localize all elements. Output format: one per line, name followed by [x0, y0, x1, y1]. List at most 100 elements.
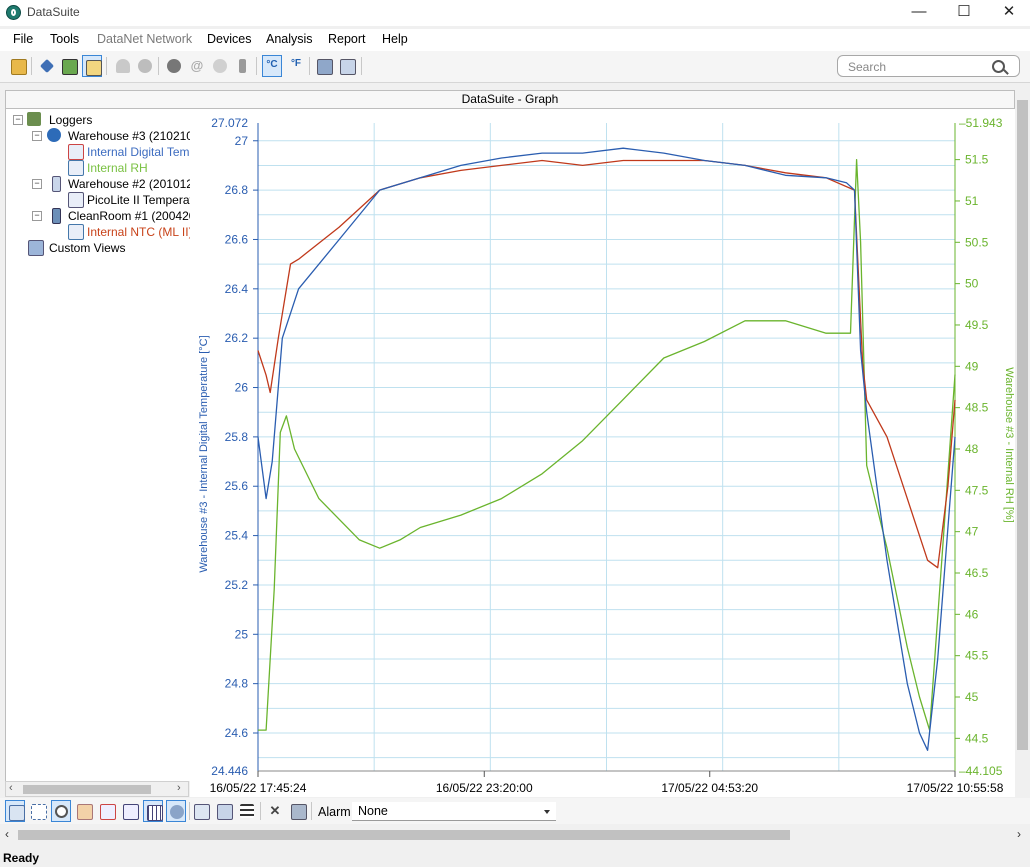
y-tick-label-left: 24.8	[225, 677, 249, 691]
menu-datanet-network[interactable]: DataNet Network	[97, 32, 192, 46]
y-tick-label-left: 27	[235, 134, 249, 148]
toolbar-separator	[189, 802, 190, 820]
alarm-dropdown[interactable]: None	[352, 802, 556, 821]
zoom-box-icon[interactable]	[28, 800, 48, 822]
tree-item-internal-ntc[interactable]: Internal NTC (ML II)	[87, 225, 190, 239]
y-tick-label-left: 25.4	[225, 529, 249, 543]
search-input[interactable]	[846, 59, 990, 75]
tree-item-custom-views[interactable]: Custom Views	[49, 241, 125, 255]
tree-item-picolite[interactable]: PicoLite II Temperatu	[87, 193, 190, 207]
search-box[interactable]	[837, 55, 1020, 77]
toolbar-separator	[106, 57, 107, 75]
menu-tools[interactable]: Tools	[50, 32, 79, 46]
star-icon[interactable]	[37, 55, 57, 77]
legend-icon[interactable]	[5, 800, 25, 822]
panel-header: DataSuite - Graph	[5, 90, 1015, 109]
zoom-icon[interactable]	[51, 800, 71, 822]
scroll-left-arrow-icon[interactable]: ‹	[9, 782, 13, 794]
scroll-left-arrow-icon[interactable]: ‹	[5, 827, 9, 841]
minimize-button[interactable]: —	[896, 0, 942, 26]
y-tick-label-right: 50	[965, 277, 979, 291]
scrollbar-thumb[interactable]	[23, 785, 151, 794]
x-tick-label: 17/05/22 10:55:58	[907, 781, 1004, 795]
tree-item-warehouse-2[interactable]: Warehouse #2 (2010129	[68, 177, 190, 191]
email-icon[interactable]: @	[187, 55, 207, 77]
maximize-button[interactable]: ☐	[941, 0, 987, 26]
grid-icon[interactable]	[143, 800, 163, 822]
fahrenheit-button[interactable]: °F	[286, 55, 306, 77]
y-tick-label-right: 49	[965, 359, 979, 373]
chevron-down-icon[interactable]	[544, 810, 550, 814]
x-tick-label: 17/05/22 04:53:20	[661, 781, 758, 795]
y-tick-label-right: 46	[965, 607, 979, 621]
collapse-icon[interactable]: −	[32, 179, 42, 189]
menu-analysis[interactable]: Analysis	[266, 32, 313, 46]
menu-devices[interactable]: Devices	[207, 32, 251, 46]
sms-icon[interactable]	[210, 55, 230, 77]
menu-report[interactable]: Report	[328, 32, 366, 46]
refresh-icon[interactable]	[164, 55, 184, 77]
list-icon[interactable]	[237, 800, 257, 822]
copy-graph-icon[interactable]	[214, 800, 234, 822]
close-button[interactable]: ✕	[986, 0, 1030, 26]
toolbar-separator	[158, 57, 159, 75]
tree-item-internal-rh[interactable]: Internal RH	[87, 161, 148, 175]
vertical-scrollbar[interactable]	[1015, 90, 1030, 797]
clear-icon[interactable]: ✕	[265, 800, 285, 822]
y-min-label-right: –44.105	[959, 764, 1003, 778]
collapse-icon[interactable]: −	[13, 115, 23, 125]
panel-title: DataSuite - Graph	[461, 92, 559, 106]
fahrenheit-label: °F	[290, 58, 302, 69]
print-graph-icon[interactable]	[288, 800, 308, 822]
y-tick-label-right: 47	[965, 525, 979, 539]
y-tick-label-left: 26	[235, 381, 249, 395]
walk-icon[interactable]	[113, 55, 133, 77]
collapse-icon[interactable]: −	[32, 131, 42, 141]
tree-item-internal-digital-temp[interactable]: Internal Digital Tempe	[87, 145, 190, 159]
toolbar-separator	[260, 802, 261, 820]
logger-device-icon	[52, 176, 61, 192]
battery-icon[interactable]	[233, 55, 253, 77]
y-tick-label-right: 50.5	[965, 235, 989, 249]
celsius-button[interactable]: °C	[262, 55, 282, 77]
graph-area[interactable]: 24.6 24.8 25 25.2 25.4 25.6 25.8 26 26.2 26.4 26.6…	[190, 109, 1015, 797]
graph-horizontal-scrollbar[interactable]: ‹ ›	[0, 827, 1030, 843]
scrollbar-thumb[interactable]	[1017, 100, 1028, 750]
y-axis-left-label: Warehouse #3 - Internal Digital Temperat…	[198, 335, 210, 572]
search-icon[interactable]	[992, 60, 1005, 73]
app-logo-icon	[6, 5, 21, 20]
open-folder-icon[interactable]	[8, 55, 28, 77]
tree-horizontal-scrollbar[interactable]: ‹ ›	[5, 781, 189, 797]
window-title: DataSuite	[27, 5, 80, 19]
scrollbar-thumb[interactable]	[18, 830, 790, 840]
scroll-right-arrow-icon[interactable]: ›	[1017, 827, 1021, 841]
scroll-right-arrow-icon[interactable]: ›	[177, 782, 181, 794]
temperature-channel-icon	[68, 224, 84, 240]
toolbar-separator	[361, 57, 362, 75]
logger-device-icon	[52, 208, 61, 224]
graph-svg[interactable]: 24.6 24.8 25 25.2 25.4 25.6 25.8 26 26.2 26.4 26.6…	[190, 109, 1015, 797]
collapse-icon[interactable]: −	[32, 211, 42, 221]
export-icon[interactable]	[337, 55, 357, 77]
logger-download-icon[interactable]	[82, 55, 102, 77]
menu-file[interactable]: File	[13, 32, 33, 46]
chart-series-icon[interactable]	[97, 800, 117, 822]
tree-root-loggers[interactable]: Loggers	[49, 113, 92, 127]
graph-settings-icon[interactable]	[166, 800, 186, 822]
y-axis-right-label: Warehouse #3 - Internal RH [%]	[1003, 367, 1015, 523]
logger-setup-icon[interactable]	[59, 55, 79, 77]
statistics-icon[interactable]	[191, 800, 211, 822]
toolbar-separator	[256, 57, 257, 75]
stop-icon[interactable]	[135, 55, 155, 77]
custom-views-icon	[28, 240, 44, 256]
tree-item-warehouse-3[interactable]: Warehouse #3 (2102101	[68, 129, 190, 143]
pan-hand-icon[interactable]	[74, 800, 94, 822]
menu-help[interactable]: Help	[382, 32, 408, 46]
toolbar-separator	[309, 57, 310, 75]
y-tick-label-right: 51.5	[965, 153, 989, 167]
print-icon[interactable]	[314, 55, 334, 77]
chart-points-icon[interactable]	[120, 800, 140, 822]
y-tick-label-right: 45	[965, 690, 979, 704]
tree-item-cleanroom-1[interactable]: CleanRoom #1 (2004209	[68, 209, 190, 223]
status-text: Ready	[3, 851, 40, 865]
